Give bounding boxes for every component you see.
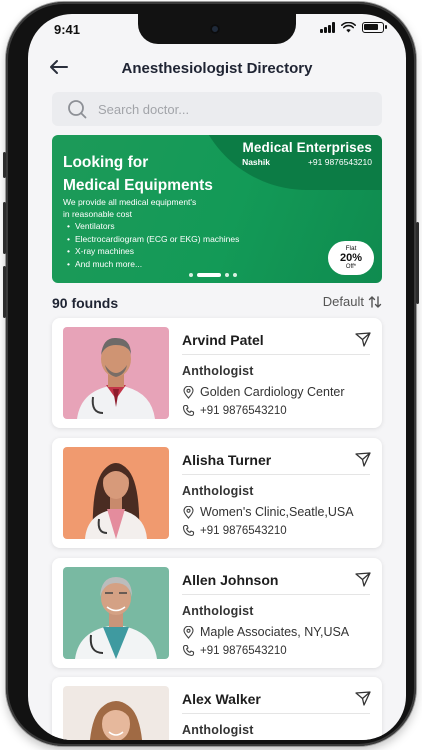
location-pin-icon xyxy=(183,625,194,639)
banner-equipment-list: Ventilators Electrocardiogram (ECG or EK… xyxy=(75,220,239,271)
front-camera xyxy=(210,24,220,34)
silent-switch xyxy=(3,152,6,178)
doctor-specialty: Anthologist xyxy=(182,604,254,618)
doctor-name: Allen Johnson xyxy=(182,572,279,588)
doctor-location-text: Maple Associates, NY,USA xyxy=(200,625,350,639)
send-icon[interactable] xyxy=(354,330,372,348)
banner-list-item: X-ray machines xyxy=(75,245,239,258)
banner-brand-phone: +91 9876543210 xyxy=(307,157,372,167)
doctor-phone-text: +91 9876543210 xyxy=(200,524,287,537)
doctor-name: Alex Walker xyxy=(182,691,261,707)
page-title: Anesthesiologist Directory xyxy=(121,60,313,77)
phone-frame: 9:41 Anesthesiologist Directory Search d… xyxy=(3,2,419,746)
banner-list-item: Ventilators xyxy=(75,220,239,233)
carousel-indicator xyxy=(189,273,237,277)
doctor-specialty: Anthologist xyxy=(182,484,254,498)
header: Anesthesiologist Directory xyxy=(28,50,406,84)
doctor-card[interactable]: Arvind Patel Anthologist Golden Cardiolo… xyxy=(52,318,382,428)
banner-heading-line2: Medical Equipments xyxy=(63,177,213,194)
results-row: 90 founds Default xyxy=(52,292,382,314)
banner-brand-city: Nashik xyxy=(242,157,270,167)
phone-icon xyxy=(182,644,195,657)
card-divider xyxy=(182,594,370,595)
carousel-dot[interactable] xyxy=(225,273,229,277)
doctor-card[interactable]: Allen Johnson Anthologist Maple Associat… xyxy=(52,558,382,668)
doctor-name: Arvind Patel xyxy=(182,332,264,348)
battery-icon xyxy=(362,22,387,33)
wifi-icon xyxy=(341,22,356,33)
doctor-photo xyxy=(63,567,169,659)
results-count: 90 founds xyxy=(52,295,119,311)
sort-button[interactable]: Default xyxy=(323,294,382,309)
sort-arrows-icon xyxy=(368,295,382,308)
send-icon[interactable] xyxy=(354,570,372,588)
banner-subtitle-line1: We provide all medical equipment's xyxy=(63,197,197,207)
card-divider xyxy=(182,713,370,714)
banner-brand-name: Medical Enterprises xyxy=(242,140,372,155)
doctor-name: Alisha Turner xyxy=(182,452,272,468)
phone-screen: 9:41 Anesthesiologist Directory Search d… xyxy=(28,14,406,740)
send-icon[interactable] xyxy=(354,689,372,707)
location-pin-icon xyxy=(183,505,194,519)
doctor-phone[interactable]: +91 9876543210 xyxy=(182,644,287,657)
power-button xyxy=(416,222,419,304)
notch xyxy=(138,14,296,44)
carousel-dot[interactable] xyxy=(189,273,193,277)
doctor-location-text: Women's Clinic,Seatle,USA xyxy=(200,505,354,519)
offer-percent: 20% xyxy=(339,252,363,264)
send-icon[interactable] xyxy=(354,450,372,468)
banner-heading-line1: Looking for xyxy=(63,154,149,171)
doctor-photo xyxy=(63,447,169,539)
doctor-phone[interactable]: +91 9876543210 xyxy=(182,524,287,537)
phone-icon xyxy=(182,524,195,537)
search-icon xyxy=(68,100,87,119)
phone-icon xyxy=(182,404,195,417)
status-icons xyxy=(320,22,387,33)
banner-list-item: And much more... xyxy=(75,258,239,271)
banner-brand: Medical Enterprises Nashik +91 987654321… xyxy=(242,140,372,167)
location-pin-icon xyxy=(183,385,194,399)
promo-banner[interactable]: Medical Enterprises Nashik +91 987654321… xyxy=(52,135,382,283)
banner-list-item: Electrocardiogram (ECG or EKG) machines xyxy=(75,233,239,246)
card-divider xyxy=(182,354,370,355)
doctor-phone-text: +91 9876543210 xyxy=(200,644,287,657)
doctor-location: Women's Clinic,Seatle,USA xyxy=(182,505,354,519)
offer-bottom-text: Off* xyxy=(345,264,357,270)
doctor-phone-text: +91 9876543210 xyxy=(200,404,287,417)
status-time: 9:41 xyxy=(54,22,81,37)
doctor-location: Golden Cardiology Center xyxy=(182,385,345,399)
cellular-signal-icon xyxy=(320,22,335,33)
volume-up-button xyxy=(3,202,6,254)
doctor-location-text: Golden Cardiology Center xyxy=(200,385,345,399)
card-divider xyxy=(182,474,370,475)
carousel-dot[interactable] xyxy=(233,273,237,277)
search-bar[interactable] xyxy=(52,92,382,126)
banner-subtitle: We provide all medical equipment's in re… xyxy=(63,196,238,220)
banner-heading: Looking for Medical Equipments xyxy=(63,151,213,197)
offer-badge: Flat 20% Off* xyxy=(328,241,374,275)
doctor-phone[interactable]: +91 9876543210 xyxy=(182,404,287,417)
doctor-photo xyxy=(63,686,169,740)
volume-down-button xyxy=(3,266,6,318)
doctor-card[interactable]: Alex Walker Anthologist xyxy=(52,677,382,740)
carousel-dot-active[interactable] xyxy=(197,273,221,277)
doctor-card[interactable]: Alisha Turner Anthologist Women's Clinic… xyxy=(52,438,382,548)
offer-top-text: Flat xyxy=(345,245,357,252)
doctor-specialty: Anthologist xyxy=(182,364,254,378)
sort-label: Default xyxy=(322,294,364,309)
doctor-photo xyxy=(63,327,169,419)
search-input[interactable] xyxy=(98,101,358,117)
doctor-specialty: Anthologist xyxy=(182,723,254,737)
banner-subtitle-line2: in reasonable cost xyxy=(63,209,132,219)
doctor-location: Maple Associates, NY,USA xyxy=(182,625,349,639)
